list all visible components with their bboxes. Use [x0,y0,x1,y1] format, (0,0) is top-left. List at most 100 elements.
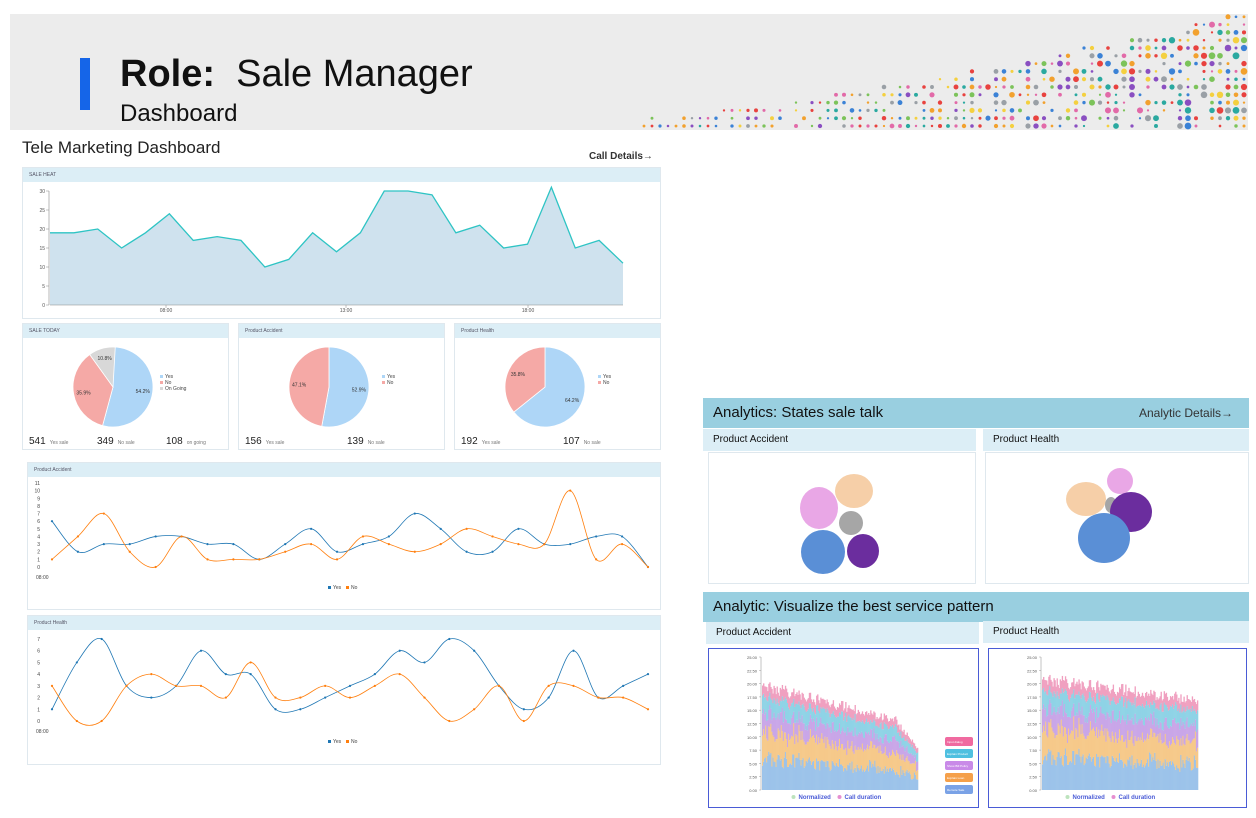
legend-label: On Going [165,386,187,392]
decorative-dot [834,116,838,121]
decorative-dot [1226,23,1230,26]
y-tick-label: 20.00 [747,682,758,687]
decorative-dot [1186,38,1190,42]
y-tick-label: 12.50 [747,722,758,727]
decorative-dot [666,124,670,128]
decorative-dot [1018,93,1022,97]
decorative-dot [738,124,742,128]
pattern-bar [1196,747,1199,769]
decorative-dot [730,108,734,112]
decorative-dot [898,93,902,97]
data-point-no [310,542,313,546]
y-tick-label: 7.50 [1029,748,1038,753]
decorative-dot [1200,52,1208,59]
decorative-dot [682,124,686,128]
x-tick-label: 13:00 [340,308,353,314]
y-tick-label: 15.00 [1027,708,1038,713]
legend-swatch [382,375,385,378]
decorative-dot [874,108,878,113]
decorative-dot [642,124,646,128]
y-tick-label: 25.00 [747,655,758,660]
decorative-dot [866,93,870,97]
decorative-dot [1184,99,1192,106]
legend-label: Normalized [1073,795,1106,801]
decorative-dot [714,124,718,128]
decorative-dot [898,116,902,120]
decorative-dot [1218,100,1222,105]
decorative-dot [1146,109,1150,112]
decorative-dot [1065,108,1071,113]
decorative-dot [930,116,934,120]
pie-label: 35.8% [511,372,526,378]
decorative-dot [897,100,903,106]
stat-no: 349 No sale [97,436,135,447]
decorative-dot [1186,85,1190,89]
decorative-dot [1240,83,1248,91]
call-details-link[interactable]: Call Details→ [589,151,653,162]
decorative-dot [1082,100,1086,105]
decorative-dot [1106,116,1110,120]
decorative-dot [810,108,814,112]
y-tick-label: 0.00 [749,788,758,793]
y-tick-label: 12.50 [1027,722,1038,727]
decorative-dot [794,124,798,128]
legend-swatch [346,586,349,589]
decorative-dot [1001,99,1007,106]
bubble-chart-accident [708,452,976,584]
legend-swatch [1111,795,1116,799]
decorative-dot [1001,76,1007,82]
decorative-dot [1177,99,1183,106]
legend-swatch [346,740,349,743]
pie-health-chart: 64.2%35.8% YesNo [504,346,612,428]
decorative-dot [1089,45,1095,51]
decorative-dot [1026,93,1030,97]
decorative-dot [1113,115,1119,121]
decorative-dot [890,116,894,120]
decorative-dot [1073,76,1079,83]
decorative-dot [1073,100,1079,105]
y-tick-label: 7 [37,637,40,643]
decorative-dot [1225,14,1231,20]
analytic-details-link[interactable]: Analytic Details→ [1139,406,1233,420]
decorative-dot [1226,100,1230,105]
decorative-dot [1242,124,1246,128]
decorative-dot [1130,124,1134,128]
decorative-dot [1225,116,1231,121]
decorative-dot [978,85,982,89]
decorative-dot [1178,69,1182,74]
pattern-bar [1125,684,1127,698]
pie-label: 52.9% [352,388,367,394]
decorative-dot [1242,23,1246,26]
data-point-yes [274,708,277,711]
decorative-dot [969,107,975,113]
decorative-dot [698,116,702,120]
stat-no-text: No sale [117,440,135,446]
data-point-no [398,673,401,676]
decorative-dot [922,116,926,120]
decorative-dot [1121,76,1127,82]
stat-no-count: 139 [347,436,364,447]
decorative-dot [1234,15,1238,19]
data-point-no [439,542,442,546]
data-point-no [274,696,277,699]
decorative-dot [1184,107,1192,114]
decorative-dot [1026,116,1030,121]
decorative-dot [1065,115,1071,121]
decorative-dot [1201,84,1207,90]
decorative-dot [1002,108,1006,113]
decorative-dot [1106,101,1110,104]
bubble [847,534,879,568]
data-point-yes [150,696,153,699]
line-accident-chart: 1110987654321008:00Yes No [34,481,650,591]
decorative-dot [1001,69,1007,74]
decorative-dot [914,101,918,105]
decorative-dot [794,109,798,112]
decorative-dot [1081,68,1087,74]
decorative-dot [1144,115,1152,122]
bubble [800,487,838,529]
bubble [835,474,873,508]
decorative-dot [1050,108,1054,113]
y-tick-label: 6 [37,649,40,655]
decorative-dot [937,100,943,105]
decorative-dot [882,124,886,128]
